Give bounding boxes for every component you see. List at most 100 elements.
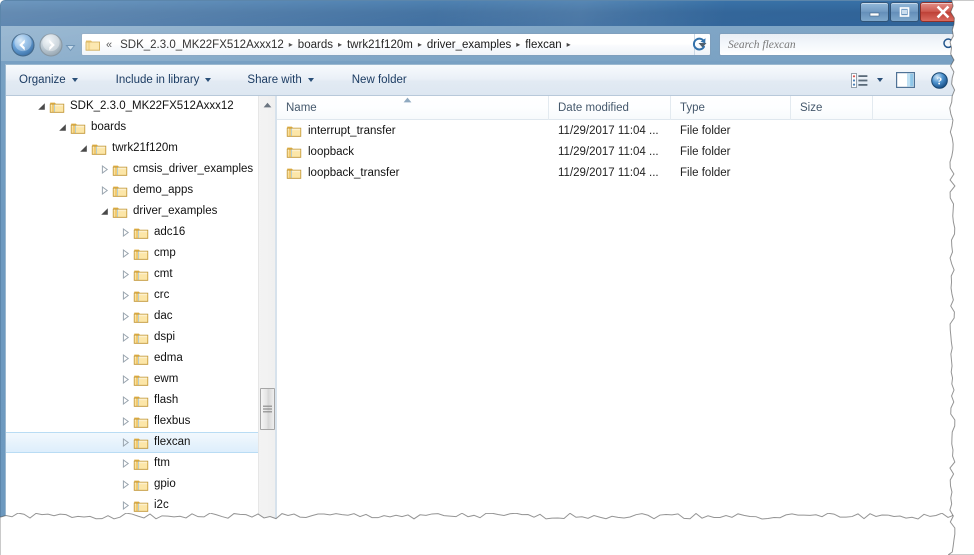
tree-item-gpio[interactable]: gpio xyxy=(6,474,275,495)
file-row-name-cell[interactable]: loopback_transfer xyxy=(277,165,549,181)
triangle-collapsed-icon[interactable] xyxy=(121,438,130,447)
triangle-collapsed-icon[interactable] xyxy=(121,333,130,342)
tree-twisty-collapsed[interactable] xyxy=(117,246,133,262)
tree-twisty-collapsed[interactable] xyxy=(117,498,133,514)
search-input[interactable]: Search flexcan xyxy=(728,39,942,51)
breadcrumb-item-flexcan[interactable]: flexcan xyxy=(522,38,564,52)
breadcrumb-separator-icon[interactable]: ▸ xyxy=(567,40,571,49)
breadcrumb-separator-icon[interactable]: ▸ xyxy=(516,40,520,49)
triangle-collapsed-icon[interactable] xyxy=(121,459,130,468)
share-with-button[interactable]: Share with xyxy=(237,68,323,92)
tree-item-adc16[interactable]: adc16 xyxy=(6,222,275,243)
triangle-collapsed-icon[interactable] xyxy=(121,480,130,489)
tree-item-i2c[interactable]: i2c xyxy=(6,495,275,516)
scroll-up-button[interactable] xyxy=(259,96,275,113)
tree-item-cmsis-driver-examples[interactable]: cmsis_driver_examples xyxy=(6,159,275,180)
tree-item-sdk-2-3-0-mk22fx512axxx12[interactable]: SDK_2.3.0_MK22FX512Axxx12 xyxy=(6,96,275,117)
tree-scrollbar[interactable] xyxy=(258,96,275,550)
close-button[interactable] xyxy=(920,2,965,22)
table-row[interactable]: loopback 11/29/2017 11:04 ... File folder xyxy=(277,141,964,162)
triangle-collapsed-icon[interactable] xyxy=(121,417,130,426)
tree-item-cmt[interactable]: cmt xyxy=(6,264,275,285)
breadcrumb-separator-icon[interactable]: ▸ xyxy=(418,40,422,49)
tree-twisty-collapsed[interactable] xyxy=(117,456,133,472)
chevron-down-icon[interactable] xyxy=(877,78,883,82)
tree-item-dac[interactable]: dac xyxy=(6,306,275,327)
tree-item-driver-examples[interactable]: driver_examples xyxy=(6,201,275,222)
scrollbar-thumb[interactable] xyxy=(260,388,275,430)
triangle-collapsed-icon[interactable] xyxy=(121,501,130,510)
back-button[interactable] xyxy=(11,33,35,57)
breadcrumb-item-driver-examples[interactable]: driver_examples xyxy=(424,38,514,52)
breadcrumb-separator-icon[interactable]: ▸ xyxy=(289,40,293,49)
maximize-button[interactable] xyxy=(890,2,919,22)
tree-item-crc[interactable]: crc xyxy=(6,285,275,306)
tree-twisty-collapsed[interactable] xyxy=(117,309,133,325)
triangle-expanded-icon[interactable] xyxy=(37,102,46,111)
file-row-name-cell[interactable]: loopback xyxy=(277,144,549,160)
triangle-collapsed-icon[interactable] xyxy=(121,354,130,363)
tree-twisty-collapsed[interactable] xyxy=(117,435,133,451)
breadcrumb-separator-icon[interactable]: ▸ xyxy=(338,40,342,49)
tree-twisty-collapsed[interactable] xyxy=(96,162,112,178)
triangle-expanded-icon[interactable] xyxy=(79,144,88,153)
tree-twisty-collapsed[interactable] xyxy=(117,477,133,493)
column-header-name[interactable]: Name xyxy=(277,96,549,120)
table-row[interactable]: interrupt_transfer 11/29/2017 11:04 ... Fi… xyxy=(277,120,964,141)
search-icon[interactable] xyxy=(942,37,957,52)
tree-item-flexcan[interactable]: flexcan xyxy=(6,432,275,453)
tree-item-edma[interactable]: edma xyxy=(6,348,275,369)
tree-twisty-collapsed[interactable] xyxy=(117,519,133,535)
column-header-size[interactable]: Size xyxy=(791,96,873,120)
tree-item-boards[interactable]: boards xyxy=(6,117,275,138)
triangle-collapsed-icon[interactable] xyxy=(121,270,130,279)
minimize-button[interactable] xyxy=(860,2,889,22)
tree-twisty-expanded[interactable] xyxy=(54,120,70,136)
tree-item-demo-apps[interactable]: demo_apps xyxy=(6,180,275,201)
include-in-library-button[interactable]: Include in library xyxy=(106,68,222,92)
tree-twisty-collapsed[interactable] xyxy=(117,267,133,283)
navigation-tree-pane[interactable]: SDK_2.3.0_MK22FX512Axxx12 boards twrk21f… xyxy=(6,96,275,550)
tree-item-ewm[interactable]: ewm xyxy=(6,369,275,390)
breadcrumb-item-twrk21f120m[interactable]: twrk21f120m xyxy=(344,38,416,52)
triangle-expanded-icon[interactable] xyxy=(58,123,67,132)
tree-item-lptmr[interactable]: lptmr xyxy=(6,516,275,537)
breadcrumb-item-sdk[interactable]: SDK_2.3.0_MK22FX512Axxx12 xyxy=(117,38,287,52)
tree-item-cmp[interactable]: cmp xyxy=(6,243,275,264)
triangle-collapsed-icon[interactable] xyxy=(100,165,109,174)
file-list-pane[interactable]: Name Date modified Type Size interrupt_t… xyxy=(277,96,964,550)
triangle-collapsed-icon[interactable] xyxy=(121,312,130,321)
tree-item-twrk21f120m[interactable]: twrk21f120m xyxy=(6,138,275,159)
tree-twisty-expanded[interactable] xyxy=(96,204,112,220)
triangle-collapsed-icon[interactable] xyxy=(121,522,130,531)
tree-twisty-collapsed[interactable] xyxy=(117,288,133,304)
triangle-collapsed-icon[interactable] xyxy=(121,228,130,237)
tree-item-flash[interactable]: flash xyxy=(6,390,275,411)
breadcrumb-item-boards[interactable]: boards xyxy=(295,38,336,52)
tree-twisty-collapsed[interactable] xyxy=(117,225,133,241)
tree-item-ftm[interactable]: ftm xyxy=(6,453,275,474)
triangle-collapsed-icon[interactable] xyxy=(121,249,130,258)
tree-twisty-collapsed[interactable] xyxy=(117,372,133,388)
triangle-expanded-icon[interactable] xyxy=(100,207,109,216)
tree-twisty-collapsed[interactable] xyxy=(117,351,133,367)
tree-twisty-expanded[interactable] xyxy=(33,99,49,115)
tree-item-dspi[interactable]: dspi xyxy=(6,327,275,348)
tree-twisty-collapsed[interactable] xyxy=(117,330,133,346)
recent-pages-chevron-down-icon[interactable] xyxy=(65,40,76,52)
preview-pane-button[interactable] xyxy=(890,68,920,92)
file-row-name-cell[interactable]: interrupt_transfer xyxy=(277,123,549,139)
new-folder-button[interactable]: New folder xyxy=(342,68,417,92)
column-header-type[interactable]: Type xyxy=(671,96,791,120)
triangle-collapsed-icon[interactable] xyxy=(121,396,130,405)
change-view-button[interactable] xyxy=(848,72,886,88)
breadcrumb-overflow-icon[interactable]: « xyxy=(106,39,112,51)
address-bar[interactable]: « SDK_2.3.0_MK22FX512Axxx12 ▸ boards ▸ t… xyxy=(81,33,711,56)
refresh-button[interactable] xyxy=(689,34,710,55)
tree-twisty-expanded[interactable] xyxy=(75,141,91,157)
tree-item-flexbus[interactable]: flexbus xyxy=(6,411,275,432)
table-row[interactable]: loopback_transfer 11/29/2017 11:04 ... Fil… xyxy=(277,162,964,183)
tree-twisty-collapsed[interactable] xyxy=(117,393,133,409)
help-button[interactable]: ? xyxy=(924,68,954,92)
triangle-collapsed-icon[interactable] xyxy=(121,375,130,384)
